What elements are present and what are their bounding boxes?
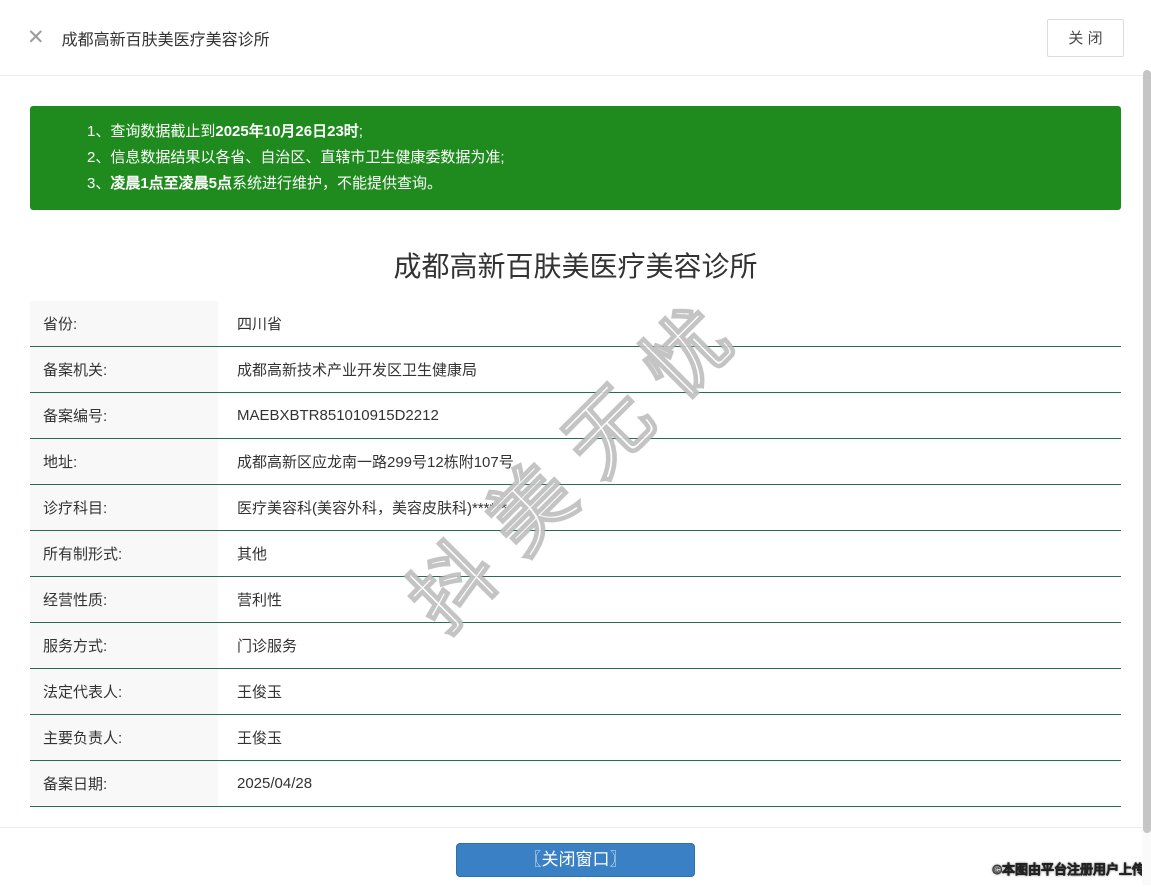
row-label: 服务方式:: [30, 623, 218, 668]
table-row: 备案编号: MAEBXBTR851010915D2212: [30, 393, 1121, 439]
page-title: 成都高新百肤美医疗美容诊所: [393, 251, 758, 282]
row-label: 备案日期:: [30, 761, 218, 806]
notice-text: 查询数据截止到: [110, 123, 216, 140]
scrollbar[interactable]: [1142, 70, 1151, 885]
row-value: 门诊服务: [237, 638, 298, 655]
row-value: MAEBXBTR851010915D2212: [237, 407, 439, 424]
row-label: 法定代表人:: [30, 669, 218, 714]
notice-text-bold: 2025年10月26日23时: [215, 123, 359, 140]
close-icon[interactable]: ✕: [27, 27, 45, 48]
row-label: 诊疗科目:: [30, 485, 218, 530]
notice-text-bold: 凌晨1点至凌晨5点: [110, 175, 233, 192]
notice-line-number: 1、: [87, 123, 111, 140]
table-row: 省份: 四川省: [30, 301, 1121, 347]
notice-line: 1、查询数据截止到2025年10月26日23时;: [87, 119, 1101, 145]
table-row: 所有制形式: 其他: [30, 531, 1121, 577]
table-row: 法定代表人: 王俊玉: [30, 669, 1121, 715]
main-content: 1、查询数据截止到2025年10月26日23时; 2、信息数据结果以各省、自治区…: [0, 76, 1151, 887]
notice-line: 3、凌晨1点至凌晨5点系统进行维护，不能提供查询。: [87, 171, 1101, 197]
row-value: 医疗美容科(美容外科，美容皮肤科)******: [237, 500, 508, 517]
table-row: 经营性质: 营利性: [30, 577, 1121, 623]
row-label: 备案机关:: [30, 347, 218, 392]
close-window-button[interactable]: 〖关闭窗口〗: [456, 843, 695, 877]
close-button[interactable]: 关 闭: [1047, 18, 1124, 57]
table-row: 备案日期: 2025/04/28: [30, 761, 1121, 807]
row-value: 2025/04/28: [237, 775, 313, 792]
notice-text: ;: [358, 123, 363, 140]
footer-button-area: 〖关闭窗口〗: [30, 828, 1121, 877]
row-value: 王俊玉: [237, 684, 283, 701]
table-row: 诊疗科目: 医疗美容科(美容外科，美容皮肤科)******: [30, 485, 1121, 531]
row-label: 主要负责人:: [30, 715, 218, 760]
notice-line: 2、信息数据结果以各省、自治区、直辖市卫生健康委数据为准;: [87, 145, 1101, 171]
row-value: 其他: [237, 546, 268, 563]
table-row: 服务方式: 门诊服务: [30, 623, 1121, 669]
info-table: 省份: 四川省 备案机关: 成都高新技术产业开发区卫生健康局 备案编号: MAE…: [30, 301, 1121, 807]
notice-text: 信息数据结果以各省、自治区、直辖市卫生健康委数据为准;: [110, 149, 505, 166]
table-row: 地址: 成都高新区应龙南一路299号12栋附107号: [30, 439, 1121, 485]
row-value: 成都高新技术产业开发区卫生健康局: [237, 362, 478, 379]
notice-text: 系统进行维护，不能提供查询。: [232, 175, 443, 192]
scrollbar-thumb[interactable]: [1142, 70, 1151, 833]
row-value: 王俊玉: [237, 730, 283, 747]
row-value: 成都高新区应龙南一路299号12栋附107号: [237, 454, 514, 471]
table-row: 主要负责人: 王俊玉: [30, 715, 1121, 761]
notice-line-number: 2、: [87, 149, 111, 166]
notice-box: 1、查询数据截止到2025年10月26日23时; 2、信息数据结果以各省、自治区…: [30, 106, 1121, 210]
row-label: 省份:: [30, 301, 218, 346]
row-value: 四川省: [237, 316, 283, 333]
notice-line-number: 3、: [87, 175, 111, 192]
row-label: 地址:: [30, 439, 218, 484]
table-row: 备案机关: 成都高新技术产业开发区卫生健康局: [30, 347, 1121, 393]
row-label: 经营性质:: [30, 577, 218, 622]
window-header: ✕ 成都高新百肤美医疗美容诊所 关 闭: [0, 0, 1151, 76]
row-label: 所有制形式:: [30, 531, 218, 576]
row-value: 营利性: [237, 592, 283, 609]
row-label: 备案编号:: [30, 393, 218, 438]
window-title: 成都高新百肤美医疗美容诊所: [61, 31, 270, 49]
